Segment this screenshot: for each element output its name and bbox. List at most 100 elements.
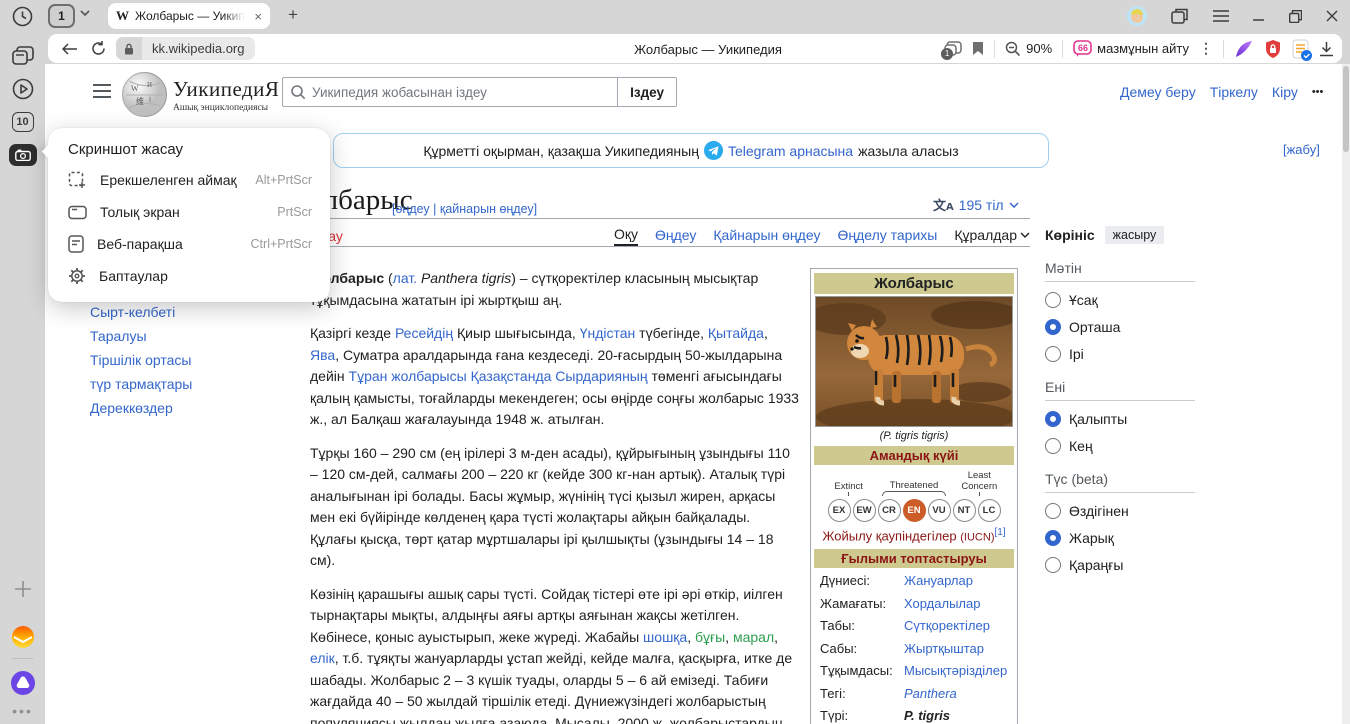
toc-item[interactable]: түр тармақтары [90, 376, 290, 392]
download-icon[interactable] [1319, 41, 1334, 57]
header-link[interactable]: Демеу беру [1120, 84, 1196, 100]
view-tab-Оқу[interactable]: Оқу [614, 224, 638, 246]
toc-item[interactable]: Дереккөздер [90, 400, 290, 416]
menu-item-Ерекшеленген аймақ[interactable]: Ерекшеленген аймақAlt+PrtScr [48, 164, 330, 196]
maximize-button[interactable] [1289, 10, 1302, 23]
banner-close-link[interactable]: [жабу] [1283, 142, 1320, 157]
radio-button[interactable] [1045, 530, 1061, 546]
bookmark-icon[interactable] [972, 41, 984, 56]
taxonomy-value[interactable]: Жыртқыштар [904, 641, 984, 656]
protect-shield-icon[interactable] [1264, 39, 1282, 59]
header-more-icon[interactable]: ••• [1312, 86, 1324, 98]
title-edit-links[interactable]: [өңдеу | қайнарын өңдеу] [392, 202, 537, 216]
appearance-hide-button[interactable]: жасыру [1105, 226, 1165, 244]
toc-item[interactable]: Таралуы [90, 328, 290, 344]
wiki-link[interactable]: Ресейдің [395, 325, 453, 341]
radio-option-Ірі[interactable]: Ірі [1045, 346, 1195, 362]
language-selector[interactable]: 文ᴀ 195 тіл [933, 195, 1019, 214]
side-panel-icon[interactable] [1171, 8, 1189, 24]
page-scrollbar[interactable] [1342, 64, 1350, 724]
taxonomy-value[interactable]: Сүтқоректілер [904, 618, 990, 633]
minimize-button[interactable] [1253, 10, 1265, 22]
taxonomy-value[interactable]: Хордалылар [904, 596, 980, 611]
more-options-icon[interactable]: ⋮ [1199, 40, 1213, 57]
screenshot-tool-icon[interactable] [0, 144, 45, 166]
wiki-link[interactable]: Қытайда [708, 325, 764, 341]
close-window-button[interactable] [1326, 10, 1338, 22]
lock-icon[interactable] [116, 37, 142, 60]
radio-button[interactable] [1045, 346, 1061, 362]
telegram-channel-link[interactable]: Telegram арнасына [728, 143, 853, 159]
toc-item[interactable]: Сырт-келбеті [90, 304, 290, 320]
taxonomy-value[interactable]: Жануарлар [904, 573, 973, 588]
status-reference[interactable]: [1] [994, 527, 1005, 538]
chevron-down-icon[interactable] [80, 10, 90, 16]
radio-button[interactable] [1045, 557, 1061, 573]
scrollbar-thumb[interactable] [1343, 66, 1349, 152]
search-button[interactable]: Іздеу [617, 77, 677, 107]
tab-close-icon[interactable]: × [254, 9, 262, 24]
wiki-link-green[interactable]: марал [733, 629, 774, 645]
calendar-icon[interactable]: 10 [0, 112, 45, 132]
menu-item-Веб-парақша[interactable]: Веб-парақшаCtrl+PrtScr [48, 228, 330, 260]
collections-button[interactable]: 1 [944, 41, 962, 57]
radio-option-Өздігінен[interactable]: Өздігінен [1045, 503, 1195, 519]
url-chip[interactable]: kk.wikipedia.org [116, 37, 255, 60]
taxonomy-value[interactable]: Мысықтәрізділер [904, 663, 1007, 678]
taxonomy-value[interactable]: Panthera [904, 686, 957, 701]
zoom-control[interactable]: 90% [1005, 41, 1052, 57]
wiki-link[interactable]: Үндістан [580, 325, 636, 341]
wiki-link-green[interactable]: бұғы [695, 629, 725, 645]
history-icon[interactable] [0, 6, 45, 27]
search-input[interactable] [312, 85, 609, 100]
wiki-link[interactable]: шошқа [643, 629, 687, 645]
menu-item-Толық экран[interactable]: Толық экранPrtScr [48, 196, 330, 228]
toc-item[interactable]: Тіршілік ортасы [90, 352, 290, 368]
tab-counter-button[interactable]: 1 [48, 4, 75, 28]
reload-button[interactable] [84, 41, 112, 56]
alice-assistant-icon[interactable] [0, 670, 45, 696]
view-tab-Өңделу тарихы[interactable]: Өңделу тарихы [837, 224, 937, 246]
view-tab-Құралдар[interactable]: Құралдар [954, 224, 1030, 246]
read-aloud-button[interactable]: 66 мазмұнын айту [1073, 40, 1189, 57]
menu-item-Баптаулар[interactable]: Баптаулар [48, 260, 330, 292]
document-extension-icon[interactable] [1292, 39, 1309, 59]
radio-option-Қалыпты[interactable]: Қалыпты [1045, 411, 1195, 427]
yandex-pen-extension-icon[interactable] [1234, 39, 1254, 59]
add-panel-icon[interactable] [0, 580, 45, 598]
radio-button[interactable] [1045, 503, 1061, 519]
back-button[interactable] [56, 43, 84, 55]
profile-avatar[interactable] [1127, 6, 1147, 26]
tab-groups-icon[interactable] [0, 46, 45, 66]
radio-button[interactable] [1045, 319, 1061, 335]
wiki-link[interactable]: Ява [310, 347, 335, 363]
wiki-link[interactable]: Қазақстанда [471, 368, 552, 384]
video-play-icon[interactable] [0, 78, 45, 100]
view-tab-Қайнарын өңдеу[interactable]: Қайнарын өңдеу [713, 224, 820, 246]
wiki-link[interactable]: Тұран жолбарысы [349, 368, 467, 384]
radio-option-Ұсақ[interactable]: Ұсақ [1045, 292, 1195, 308]
radio-button[interactable] [1045, 292, 1061, 308]
radio-button[interactable] [1045, 411, 1061, 427]
radio-option-Қараңғы[interactable]: Қараңғы [1045, 557, 1195, 573]
radio-option-Кең[interactable]: Кең [1045, 438, 1195, 454]
radio-option-Жарық[interactable]: Жарық [1045, 530, 1195, 546]
yandex-mail-icon[interactable] [0, 625, 45, 649]
radio-option-Орташа[interactable]: Орташа [1045, 319, 1195, 335]
tiger-photo[interactable] [815, 296, 1013, 427]
main-menu-icon[interactable] [93, 84, 111, 102]
wiki-link[interactable]: лат. [393, 270, 417, 286]
header-link[interactable]: Кіру [1272, 84, 1298, 100]
wiki-link[interactable]: Сырдарияның [555, 368, 647, 384]
sidebar-more-icon[interactable]: ••• [0, 703, 45, 719]
browser-menu-icon[interactable] [1213, 10, 1229, 22]
radio-button[interactable] [1045, 438, 1061, 454]
browser-tab[interactable]: W Жолбарыс — Уикипед × [108, 3, 270, 29]
header-link[interactable]: Тіркелу [1210, 84, 1258, 100]
new-tab-button[interactable]: + [282, 5, 304, 27]
wikipedia-wordmark[interactable]: УикипедиЯ Ашық энциклопедиясы [173, 77, 279, 113]
view-tab-Өңдеу[interactable]: Өңдеу [655, 224, 696, 246]
wiki-link[interactable]: елік [310, 650, 335, 666]
language-count: 195 тіл [959, 197, 1004, 213]
wikipedia-logo[interactable]: W И 维 ا [121, 71, 168, 118]
